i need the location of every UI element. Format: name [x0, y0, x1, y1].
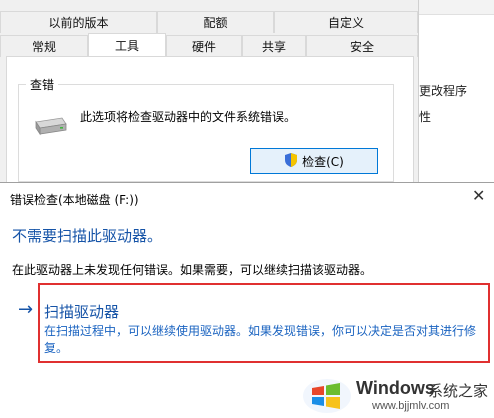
tab-bottom-2[interactable]: 硬件: [166, 35, 242, 57]
property-text: 性: [419, 110, 432, 124]
watermark-brand: Windows: [356, 378, 435, 398]
background-window-right: 更改程序 性: [418, 0, 494, 185]
tab-top-1[interactable]: 配额: [157, 11, 274, 33]
drive-icon: [34, 116, 68, 139]
tab-row-bottom: 常规 工具 硬件 共享 安全: [0, 33, 418, 57]
group-title: 查错: [26, 76, 59, 93]
background-window-header: [419, 0, 494, 15]
tab-bottom-0[interactable]: 常规: [0, 35, 88, 57]
scan-drive-description: 在扫描过程中，可以继续使用驱动器。如果发现错误，你可以决定是否对其进行修复。: [44, 324, 477, 355]
close-icon[interactable]: ✕: [472, 186, 485, 205]
tab-top-0[interactable]: 以前的版本: [0, 11, 157, 33]
dialog-title: 错误检查(本地磁盘 (F:)): [10, 193, 139, 207]
properties-window: 以前的版本 配额 自定义 常规 工具 硬件 共享 安全 查错 此选项将检查驱动器中的文件系统…: [0, 0, 418, 198]
watermark-cn: 系统之家: [428, 382, 489, 400]
dialog-message: 在此驱动器上未发现任何错误。如果需要，可以继续扫描该驱动器。: [12, 263, 373, 277]
check-button-label: 检查(C): [302, 154, 344, 169]
change-program-text: 更改程序: [419, 84, 468, 98]
tab-top-2[interactable]: 自定义: [274, 11, 418, 33]
group-description: 此选项将检查驱动器中的文件系统错误。: [80, 110, 297, 124]
check-button[interactable]: 检查(C): [250, 148, 378, 174]
watermark-url: www.bjjmlv.com: [372, 400, 450, 412]
shield-icon: [284, 152, 298, 171]
windows-logo-icon: [302, 378, 352, 417]
tab-bottom-1[interactable]: 工具: [88, 33, 166, 57]
arrow-right-icon: →: [18, 299, 34, 320]
scan-drive-title[interactable]: 扫描驱动器: [44, 301, 119, 322]
dialog-heading: 不需要扫描此驱动器。: [12, 227, 163, 245]
tab-bottom-4[interactable]: 安全: [306, 35, 418, 57]
tab-bottom-3[interactable]: 共享: [242, 35, 306, 57]
tab-row-top: 以前的版本 配额 自定义: [0, 11, 418, 33]
